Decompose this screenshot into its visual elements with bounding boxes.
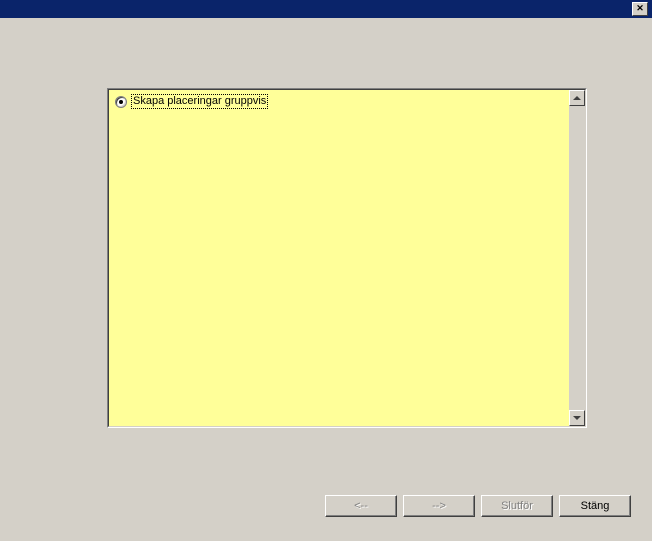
close-button[interactable] — [632, 2, 648, 16]
scroll-up-button[interactable] — [569, 90, 585, 106]
next-button[interactable]: --> — [403, 495, 475, 517]
finish-button[interactable]: Slutför — [481, 495, 553, 517]
titlebar — [0, 0, 652, 18]
option-create-group-placements[interactable]: Skapa placeringar gruppvis — [115, 94, 268, 109]
back-button[interactable]: <-- — [325, 495, 397, 517]
option-label: Skapa placeringar gruppvis — [131, 94, 268, 109]
scroll-down-button[interactable] — [569, 410, 585, 426]
vertical-scrollbar[interactable] — [569, 90, 585, 426]
dialog-window: Skapa placeringar gruppvis <-- --> Slutf… — [0, 0, 652, 541]
dialog-body: Skapa placeringar gruppvis <-- --> Slutf… — [1, 20, 651, 537]
options-panel-inner: Skapa placeringar gruppvis — [108, 89, 586, 427]
scroll-track[interactable] — [569, 106, 585, 410]
options-panel: Skapa placeringar gruppvis — [107, 88, 587, 428]
radio-selected-icon — [115, 96, 127, 108]
arrow-down-icon — [573, 416, 581, 420]
options-list: Skapa placeringar gruppvis — [109, 90, 569, 426]
close-dialog-button[interactable]: Stäng — [559, 495, 631, 517]
arrow-up-icon — [573, 96, 581, 100]
wizard-button-row: <-- --> Slutför Stäng — [325, 495, 631, 517]
